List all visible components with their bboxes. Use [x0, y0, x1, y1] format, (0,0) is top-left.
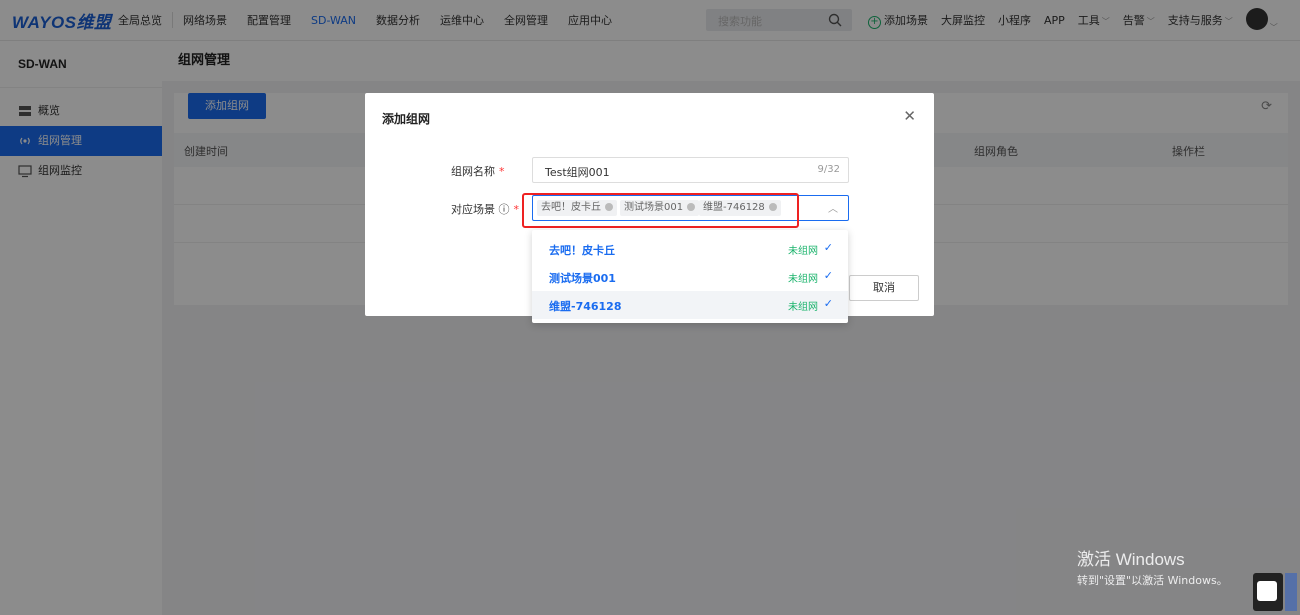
dialog-title: 添加组网	[382, 112, 431, 126]
required-mark: *	[513, 203, 520, 216]
network-name-value: Test组网001	[545, 166, 610, 179]
network-name-field[interactable]: Test组网001 9/32	[532, 157, 849, 183]
char-counter: 9/32	[817, 164, 840, 175]
option-status: 未组网	[788, 246, 818, 257]
dropdown-option[interactable]: 去吧！皮卡丘 未组网 ✓	[532, 235, 848, 263]
watermark-subtitle: 转到"设置"以激活 Windows。	[1077, 574, 1228, 587]
floating-chat-button[interactable]	[1253, 573, 1283, 611]
check-icon: ✓	[823, 241, 833, 254]
floating-side-tab[interactable]	[1285, 573, 1297, 611]
scene-label: 对应场景 ⓘ *	[451, 201, 519, 217]
network-name-label-text: 组网名称	[451, 165, 495, 178]
option-name: 去吧！皮卡丘	[549, 244, 615, 257]
windows-activation-watermark: 激活 Windows 转到"设置"以激活 Windows。	[1077, 545, 1228, 588]
check-icon: ✓	[823, 297, 833, 310]
dropdown-option[interactable]: 测试场景001 未组网 ✓	[532, 263, 848, 291]
check-icon: ✓	[823, 269, 833, 282]
chevron-up-icon[interactable]: ︿	[828, 200, 838, 215]
chat-icon	[1257, 581, 1277, 601]
highlight-box	[522, 193, 799, 228]
option-status: 未组网	[788, 302, 818, 313]
close-icon[interactable]: ✕	[903, 107, 916, 125]
cancel-button[interactable]: 取消	[849, 275, 919, 301]
option-status: 未组网	[788, 274, 818, 285]
option-name: 测试场景001	[549, 272, 616, 285]
scene-dropdown: 去吧！皮卡丘 未组网 ✓ 测试场景001 未组网 ✓ 维盟-746128 未组网…	[532, 230, 848, 323]
required-mark: *	[499, 165, 505, 178]
watermark-title: 激活 Windows	[1077, 550, 1185, 569]
option-name: 维盟-746128	[549, 300, 622, 313]
network-name-label: 组网名称 *	[451, 163, 505, 179]
scene-label-text: 对应场景 ⓘ	[451, 203, 510, 216]
dropdown-option[interactable]: 维盟-746128 未组网 ✓	[532, 291, 848, 319]
